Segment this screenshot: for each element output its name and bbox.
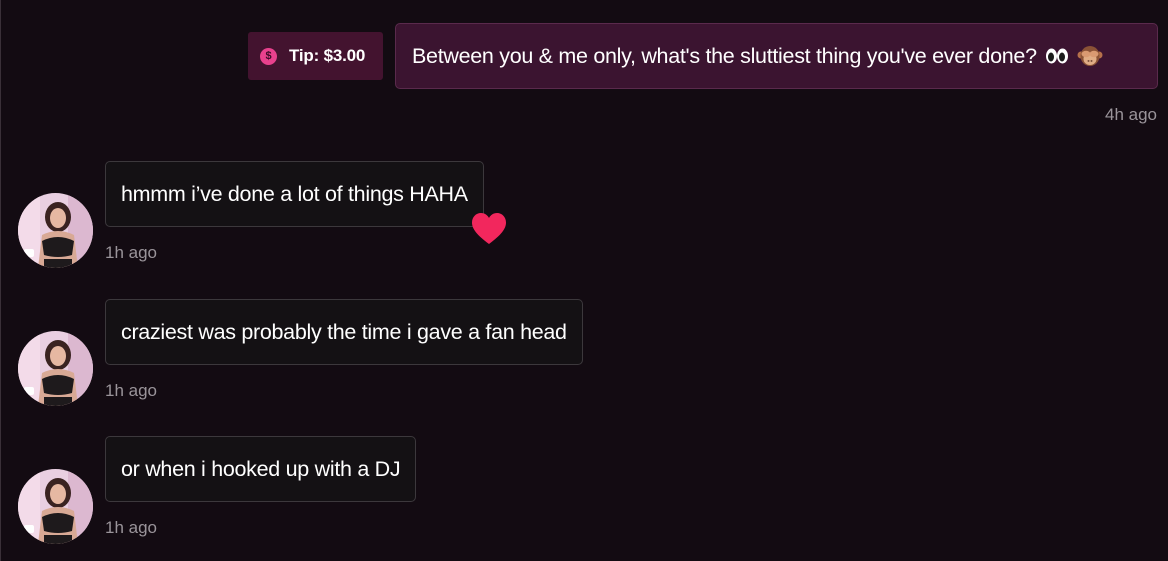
incoming-message-timestamp: 1h ago xyxy=(105,518,157,537)
avatar[interactable] xyxy=(18,331,93,406)
avatar[interactable] xyxy=(18,469,93,544)
incoming-message-text: craziest was probably the time i gave a … xyxy=(121,319,567,344)
avatar[interactable] xyxy=(18,193,93,268)
outgoing-message-bubble[interactable]: Between you & me only, what's the slutti… xyxy=(395,23,1158,89)
see-no-evil-monkey-emoji-icon xyxy=(1077,44,1103,68)
tip-badge: $ Tip: $3.00 xyxy=(248,32,383,80)
chat-thread: $ Tip: $3.00 Between you & me only, what… xyxy=(0,0,1168,561)
outgoing-message-timestamp: 4h ago xyxy=(1105,105,1157,124)
incoming-message-bubble[interactable]: or when i hooked up with a DJ xyxy=(105,436,417,502)
dollar-coin-icon: $ xyxy=(260,47,277,65)
incoming-message-timestamp: 1h ago xyxy=(105,243,157,262)
tip-amount-label: Tip: $3.00 xyxy=(289,46,366,65)
incoming-message-bubble[interactable]: craziest was probably the time i gave a … xyxy=(105,299,583,365)
incoming-message-timestamp: 1h ago xyxy=(105,381,157,400)
outgoing-message-text: Between you & me only, what's the slutti… xyxy=(412,43,1037,68)
eyes-emoji-icon xyxy=(1045,48,1069,64)
incoming-message-text: hmmm i’ve done a lot of things HAHA xyxy=(121,181,468,206)
heart-icon[interactable] xyxy=(471,212,507,246)
incoming-message-text: or when i hooked up with a DJ xyxy=(121,456,401,481)
incoming-message-bubble[interactable]: hmmm i’ve done a lot of things HAHA xyxy=(105,161,484,227)
